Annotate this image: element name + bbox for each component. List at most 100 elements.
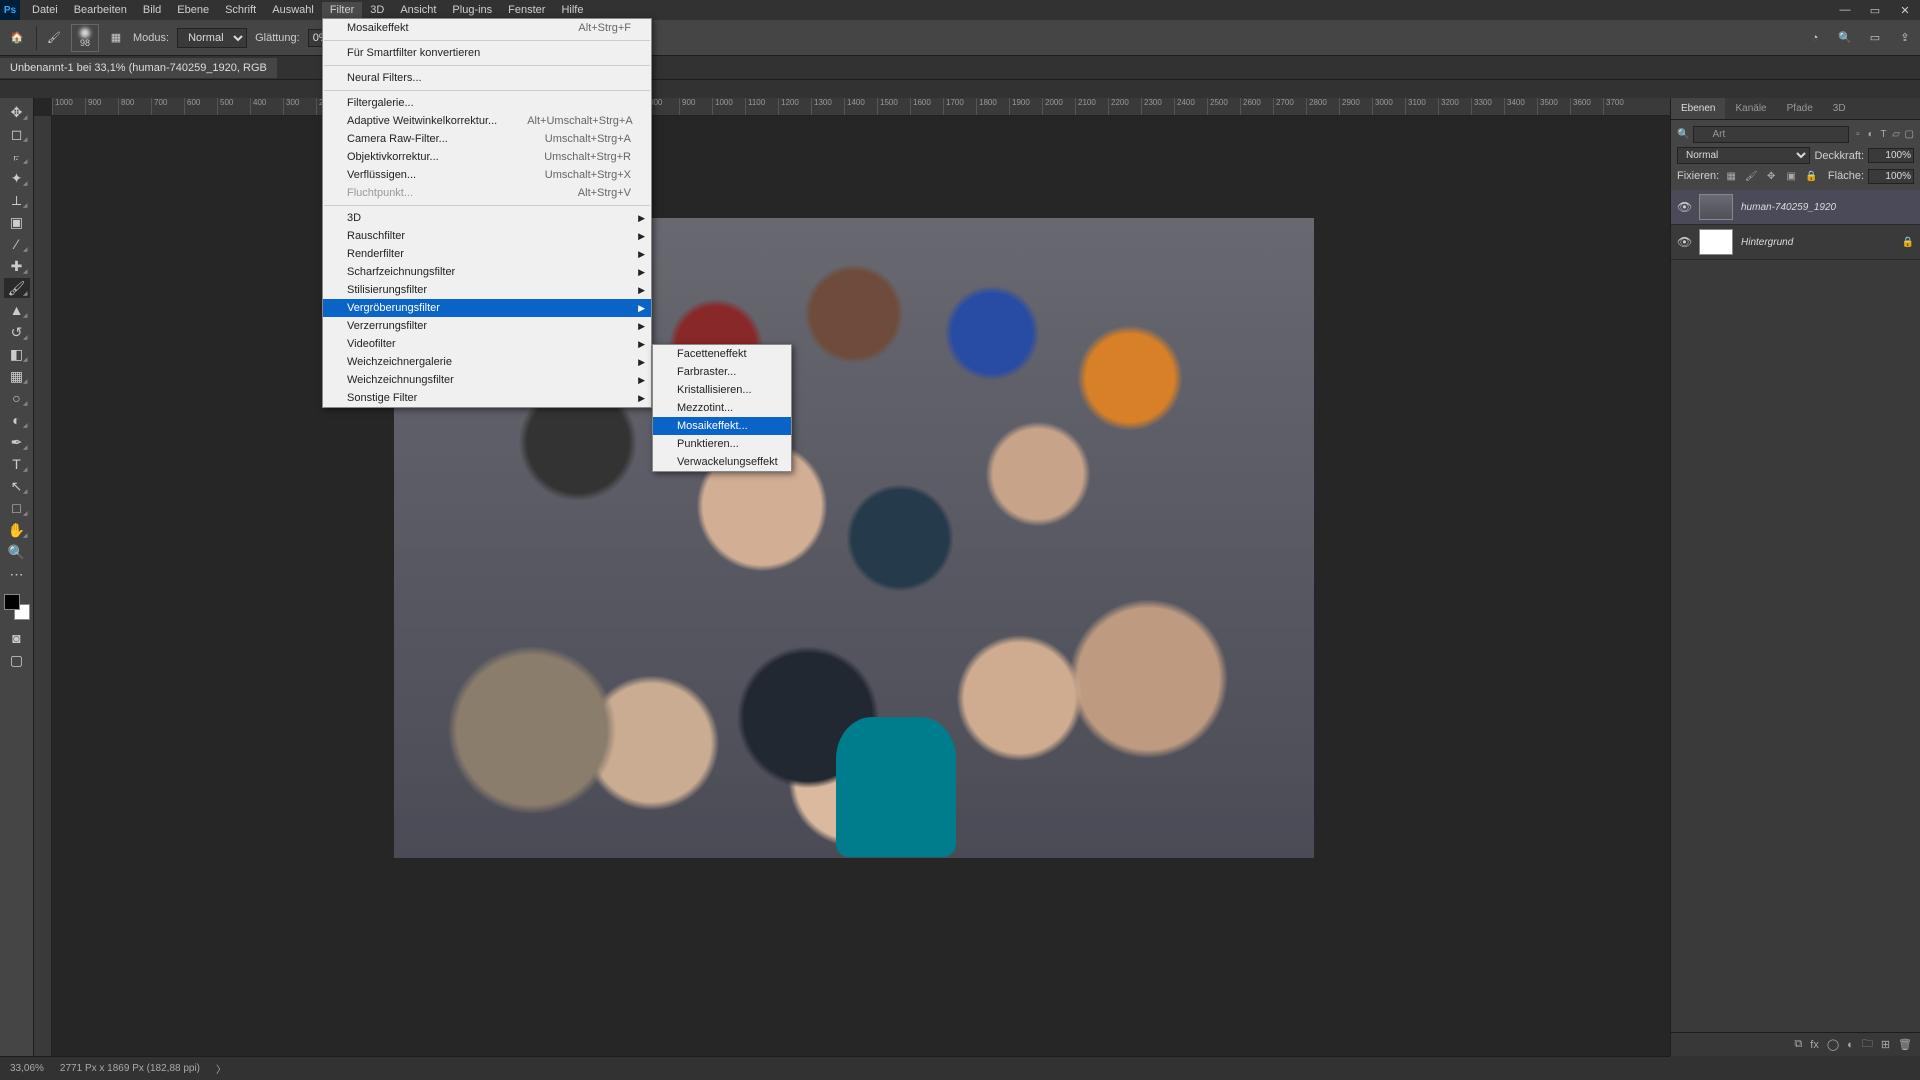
layer-row[interactable]: 👁 Hintergrund 🔒 <box>1671 225 1920 260</box>
submenu-item[interactable]: Farbraster... <box>653 363 791 381</box>
filter-category[interactable]: Sonstige Filter▶ <box>323 389 651 407</box>
delete-layer-icon[interactable]: 🗑 <box>1898 1038 1912 1051</box>
filter-category[interactable]: Scharfzeichnungsfilter▶ <box>323 263 651 281</box>
screenmode-tool[interactable]: ▢ <box>4 650 30 670</box>
search-icon[interactable]: 🔍 <box>1836 29 1854 47</box>
document-tab[interactable]: Unbenannt-1 bei 33,1% (human-740259_1920… <box>0 58 277 78</box>
submenu-item[interactable]: Facetteneffekt <box>653 345 791 363</box>
minimize-button[interactable]: — <box>1830 4 1860 17</box>
filter-category[interactable]: Videofilter▶ <box>323 335 651 353</box>
filter-item[interactable]: Adaptive Weitwinkelkorrektur...Alt+Umsch… <box>323 112 651 130</box>
layer-filter-input[interactable] <box>1693 126 1849 143</box>
filter-item[interactable]: Verflüssigen...Umschalt+Strg+X <box>323 166 651 184</box>
lock-position-icon[interactable]: ✥ <box>1763 168 1779 184</box>
doc-dimensions[interactable]: 2771 Px x 1869 Px (182,88 ppi) <box>60 1063 200 1074</box>
quickmask-tool[interactable]: ◙ <box>4 628 30 648</box>
eyedropper-tool[interactable]: ⁄◢ <box>4 234 30 254</box>
submenu-item[interactable]: Mezzotint... <box>653 399 791 417</box>
filter-smart-icon[interactable]: ▢ <box>1905 127 1914 143</box>
layer-thumbnail[interactable] <box>1699 194 1733 220</box>
edit-toolbar[interactable]: ⋯ <box>4 564 30 584</box>
blend-mode-select[interactable]: Normal <box>177 28 247 48</box>
submenu-item[interactable]: Punktieren... <box>653 435 791 453</box>
filter-category[interactable]: Vergröberungsfilter▶ <box>323 299 651 317</box>
filter-category[interactable]: Renderfilter▶ <box>323 245 651 263</box>
filter-adjust-icon[interactable]: ◐ <box>1866 127 1875 143</box>
lock-all-icon[interactable]: 🔒 <box>1803 168 1819 184</box>
cloud-docs-icon[interactable]: ◔ <box>1806 29 1824 47</box>
hand-tool[interactable]: ✋◢ <box>4 520 30 540</box>
layer-name[interactable]: Hintergrund <box>1741 237 1793 248</box>
brush-preset-picker[interactable]: 98 <box>71 24 99 52</box>
menu-3d[interactable]: 3D <box>362 2 392 18</box>
filter-category[interactable]: Weichzeichnungsfilter▶ <box>323 371 651 389</box>
wand-tool[interactable]: ✦◢ <box>4 168 30 188</box>
submenu-item[interactable]: Mosaikeffekt... <box>653 417 791 435</box>
workspace-icon[interactable]: ▭ <box>1866 29 1884 47</box>
layer-name[interactable]: human-740259_1920 <box>1741 202 1836 213</box>
filter-category[interactable]: 3D▶ <box>323 209 651 227</box>
lasso-tool[interactable]: ⟔◢ <box>4 146 30 166</box>
brush-settings-icon[interactable]: ▦ <box>107 29 125 47</box>
menu-plugins[interactable]: Plug-ins <box>444 2 500 18</box>
eraser-tool[interactable]: ◧◢ <box>4 344 30 364</box>
deckkraft-input[interactable] <box>1868 148 1914 163</box>
layer-fx-icon[interactable]: fx <box>1810 1039 1819 1051</box>
submenu-item[interactable]: Verwackelungseffekt <box>653 453 791 471</box>
panel-tab-ebenen[interactable]: Ebenen <box>1671 98 1725 119</box>
heal-tool[interactable]: ✚◢ <box>4 256 30 276</box>
filter-item[interactable]: Camera Raw-Filter...Umschalt+Strg+A <box>323 130 651 148</box>
zoom-level[interactable]: 33,06% <box>10 1063 44 1074</box>
filter-category[interactable]: Weichzeichnergalerie▶ <box>323 353 651 371</box>
brush-tool[interactable]: 🖌◢ <box>4 278 30 298</box>
filter-last[interactable]: Mosaikeffekt Alt+Strg+F <box>323 19 651 37</box>
shape-tool[interactable]: □◢ <box>4 498 30 518</box>
menu-hilfe[interactable]: Hilfe <box>553 2 591 18</box>
filter-item[interactable]: Filtergalerie... <box>323 94 651 112</box>
submenu-item[interactable]: Kristallisieren... <box>653 381 791 399</box>
filter-category[interactable]: Rauschfilter▶ <box>323 227 651 245</box>
adjustment-layer-icon[interactable]: ◐ <box>1847 1039 1854 1051</box>
filter-pixel-icon[interactable]: ▫ <box>1853 127 1862 143</box>
filter-shape-icon[interactable]: ▱ <box>1892 127 1901 143</box>
frame-tool[interactable]: ▣ <box>4 212 30 232</box>
maximize-button[interactable]: ▭ <box>1860 4 1890 17</box>
layer-thumbnail[interactable] <box>1699 229 1733 255</box>
filter-type-icon[interactable]: T <box>1879 127 1888 143</box>
filter-category[interactable]: Stilisierungsfilter▶ <box>323 281 651 299</box>
layer-blend-select[interactable]: Normal <box>1677 147 1810 164</box>
menu-bild[interactable]: Bild <box>135 2 169 18</box>
lock-artboard-icon[interactable]: ▣ <box>1783 168 1799 184</box>
lock-transparent-icon[interactable]: ▦ <box>1723 168 1739 184</box>
panel-tab-3d[interactable]: 3D <box>1823 98 1856 119</box>
move-tool[interactable]: ✥◢ <box>4 102 30 122</box>
menu-ansicht[interactable]: Ansicht <box>392 2 444 18</box>
status-arrow-icon[interactable]: 〉 <box>216 1061 226 1076</box>
link-layers-icon[interactable]: ⧉ <box>1794 1038 1802 1051</box>
menu-bearbeiten[interactable]: Bearbeiten <box>66 2 135 18</box>
brush-tool-icon[interactable]: 🖌 <box>45 29 63 47</box>
history-brush-tool[interactable]: ↺◢ <box>4 322 30 342</box>
lock-pixels-icon[interactable]: 🖌 <box>1743 168 1759 184</box>
menu-ebene[interactable]: Ebene <box>169 2 217 18</box>
filter-smart-convert[interactable]: Für Smartfilter konvertieren <box>323 44 651 62</box>
menu-auswahl[interactable]: Auswahl <box>264 2 322 18</box>
dodge-tool[interactable]: ◐◢ <box>4 410 30 430</box>
pen-tool[interactable]: ✒◢ <box>4 432 30 452</box>
panel-tab-kanale[interactable]: Kanäle <box>1725 98 1776 119</box>
color-swatches[interactable] <box>4 594 30 620</box>
group-icon[interactable]: 🗀 <box>1862 1035 1873 1054</box>
share-icon[interactable]: ⇪ <box>1896 29 1914 47</box>
canvas-area[interactable]: 1000900800700600500400300200100010020030… <box>34 98 1670 1056</box>
marquee-tool[interactable]: ◻◢ <box>4 124 30 144</box>
flache-input[interactable] <box>1868 169 1914 184</box>
menu-fenster[interactable]: Fenster <box>500 2 553 18</box>
blur-tool[interactable]: ○◢ <box>4 388 30 408</box>
zoom-tool[interactable]: 🔍 <box>4 542 30 562</box>
filter-neural[interactable]: Neural Filters... <box>323 69 651 87</box>
filter-item[interactable]: Objektivkorrektur...Umschalt+Strg+R <box>323 148 651 166</box>
layer-mask-icon[interactable]: ◯ <box>1827 1038 1839 1051</box>
menu-datei[interactable]: Datei <box>24 2 66 18</box>
foreground-color[interactable] <box>4 594 20 610</box>
layer-row[interactable]: 👁 human-740259_1920 <box>1671 190 1920 225</box>
